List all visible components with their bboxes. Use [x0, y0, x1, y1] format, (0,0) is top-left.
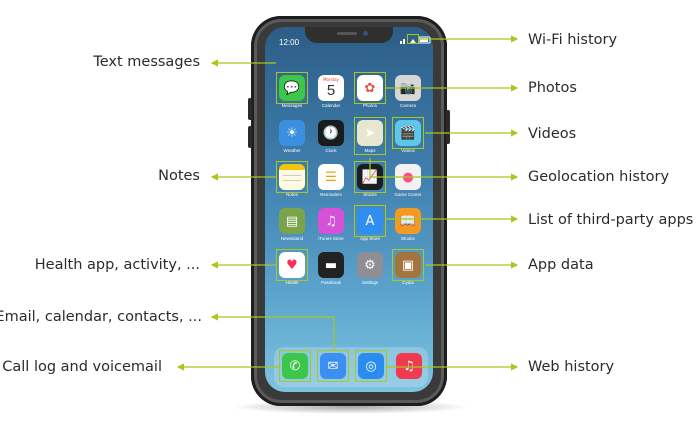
line-email [210, 313, 335, 350]
callout-text-messages: Text messages [93, 54, 200, 70]
callout-webhistory: Web history [528, 359, 615, 375]
callout-photos: Photos [528, 80, 577, 96]
callout-health: Health app, activity, ... [34, 257, 200, 273]
callout-thirdparty: List of third-party apps [528, 212, 694, 228]
callout-notes: Notes [158, 168, 200, 184]
callout-appdata: App data [528, 257, 594, 273]
line-geolocation [369, 158, 519, 181]
callout-geolocation: Geolocation history [528, 169, 670, 185]
callout-videos: Videos [528, 126, 577, 142]
callout-wifi: Wi-Fi history [528, 32, 618, 48]
callout-email: Email, calendar, contacts, ... [0, 309, 202, 325]
callout-calllog: Call log and voicemail [2, 359, 162, 375]
